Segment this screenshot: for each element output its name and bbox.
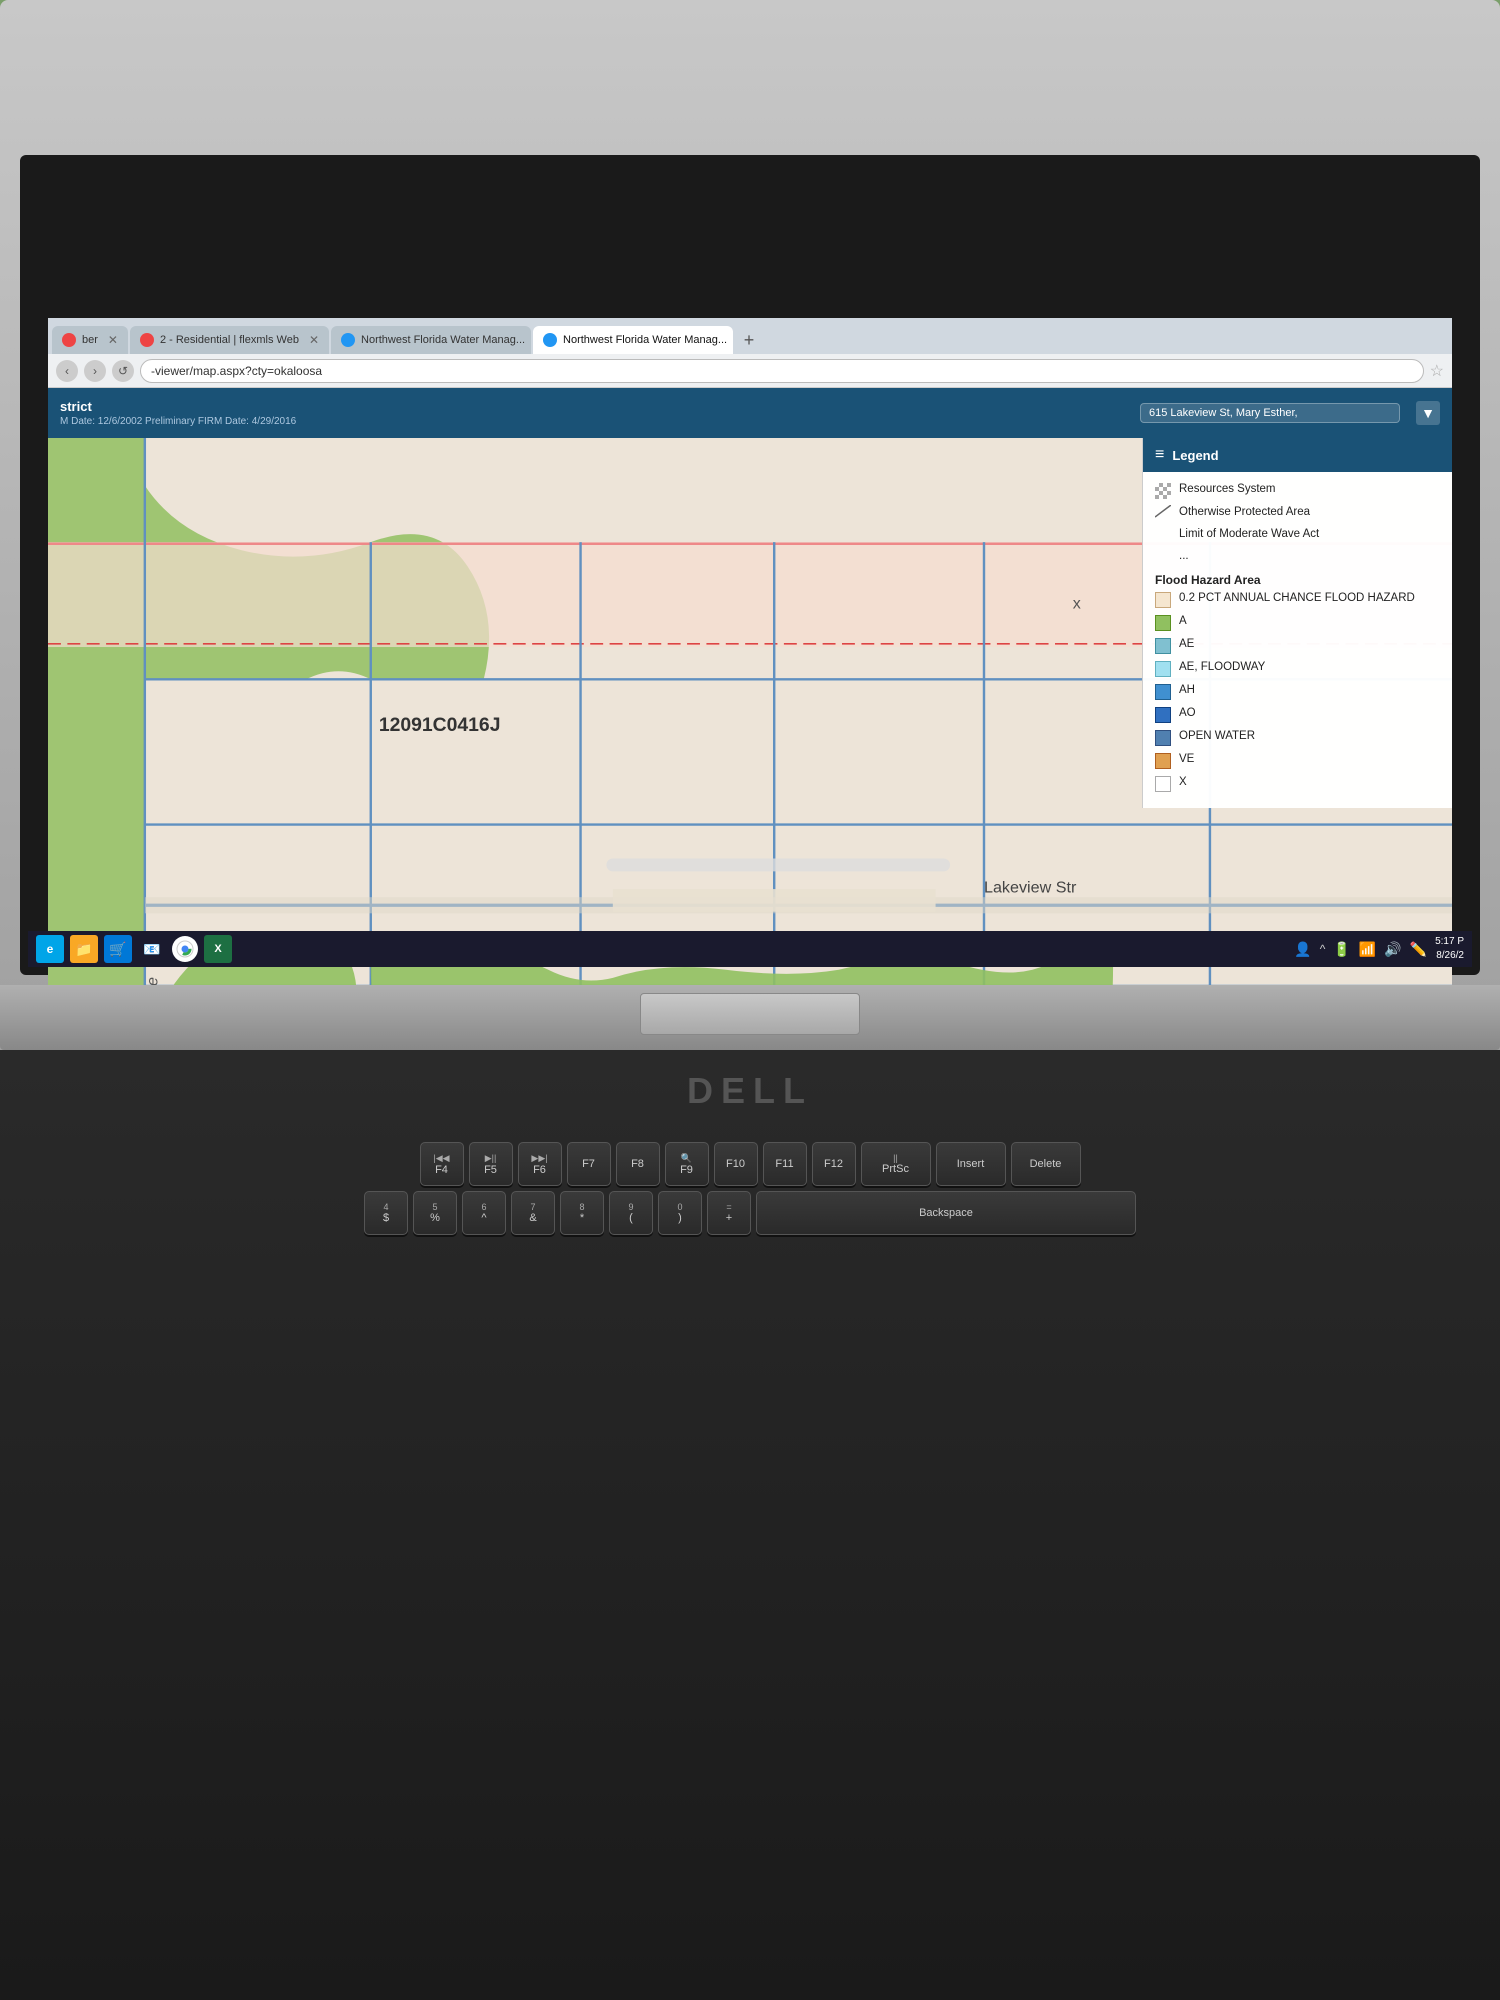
dropdown-button[interactable]: ▼	[1416, 401, 1440, 425]
site-search-input[interactable]	[1140, 403, 1400, 423]
key-f5[interactable]: ▶||F5	[469, 1142, 513, 1186]
key-delete[interactable]: Delete	[1011, 1142, 1081, 1186]
keyboard-area: DELL |◀◀F4 ▶||F5 ▶▶|F6 F7 F8 🔍F9 F10 F11…	[0, 1050, 1500, 2000]
legend-flood-section-title: Flood Hazard Area	[1155, 573, 1440, 587]
taskbar-edge-icon[interactable]: e	[36, 935, 64, 963]
legend-header: ≡ Legend	[1143, 438, 1452, 472]
key-f9[interactable]: 🔍F9	[665, 1142, 709, 1186]
key-f4[interactable]: |◀◀F4	[420, 1142, 464, 1186]
legend-body: Resources System Otherwise Protected Are…	[1143, 472, 1452, 808]
svg-text:x: x	[1073, 594, 1081, 612]
svg-text:12091C0416J: 12091C0416J	[379, 714, 501, 736]
legend-menu-icon[interactable]: ≡	[1155, 446, 1164, 464]
taskbar-chrome-icon[interactable]	[172, 936, 198, 962]
tab-bar: ber ✕ 2 - Residential | flexmls Web ✕ No…	[48, 318, 1452, 354]
key-asterisk[interactable]: 8*	[560, 1191, 604, 1235]
taskbar-excel-icon[interactable]: X	[204, 935, 232, 963]
screen-bezel: ber ✕ 2 - Residential | flexmls Web ✕ No…	[20, 155, 1480, 975]
taskbar-person-icon[interactable]: 👤	[1294, 941, 1311, 958]
key-f11[interactable]: F11	[763, 1142, 807, 1186]
new-tab-button[interactable]: +	[735, 326, 763, 354]
legend-item-ae-floodway: AE, FLOODWAY	[1155, 660, 1440, 677]
taskbar-system-icons: 👤 ^ 🔋 📶 🔊 ✏️ 5:17 P 8/26/2	[1294, 935, 1464, 963]
taskbar-pen-icon: ✏️	[1410, 941, 1427, 958]
key-dollar[interactable]: 4$	[364, 1191, 408, 1235]
key-f8[interactable]: F8	[616, 1142, 660, 1186]
legend-panel: ≡ Legend Resources System Otherwise	[1142, 438, 1452, 808]
legend-item-x: X	[1155, 775, 1440, 792]
key-f7[interactable]: F7	[567, 1142, 611, 1186]
back-button[interactable]: ‹	[56, 360, 78, 382]
legend-item-ao: AO	[1155, 706, 1440, 723]
key-insert[interactable]: Insert	[936, 1142, 1006, 1186]
key-backspace[interactable]: Backspace	[756, 1191, 1136, 1235]
key-closeparen[interactable]: 0)	[658, 1191, 702, 1235]
legend-item-wave-act: Limit of Moderate Wave Act	[1155, 527, 1440, 543]
taskbar-clock: 5:17 P 8/26/2	[1435, 935, 1464, 963]
taskbar: e 📁 🛒 📧 X 👤 ^ 🔋 📶 🔊 ✏️	[28, 931, 1472, 967]
key-f12[interactable]: F12	[812, 1142, 856, 1186]
number-key-row: 4$ 5% 6^ 7& 8* 9( 0) =+ Backspace	[364, 1191, 1136, 1235]
taskbar-folder-icon[interactable]: 📁	[70, 935, 98, 963]
legend-item-a: A	[1155, 614, 1440, 631]
taskbar-battery-icon: 🔋	[1333, 941, 1350, 958]
site-title: strict	[60, 399, 1124, 414]
fn-key-row: |◀◀F4 ▶||F5 ▶▶|F6 F7 F8 🔍F9 F10 F11 F12 …	[420, 1142, 1081, 1186]
legend-item-protected-area: Otherwise Protected Area	[1155, 505, 1440, 521]
site-header-left: strict M Date: 12/6/2002 Preliminary FIR…	[60, 399, 1124, 427]
key-caret[interactable]: 6^	[462, 1191, 506, 1235]
tab-flexmls[interactable]: 2 - Residential | flexmls Web ✕	[130, 326, 329, 354]
url-text: -viewer/map.aspx?cty=okaloosa	[151, 364, 322, 378]
forward-button[interactable]: ›	[84, 360, 106, 382]
legend-item-open-water: OPEN WATER	[1155, 729, 1440, 746]
address-bar: ‹ › ↺ -viewer/map.aspx?cty=okaloosa ☆	[48, 354, 1452, 388]
key-openparen[interactable]: 9(	[609, 1191, 653, 1235]
site-header: strict M Date: 12/6/2002 Preliminary FIR…	[48, 388, 1452, 438]
site-dates: M Date: 12/6/2002 Preliminary FIRM Date:…	[60, 416, 1124, 427]
trackpad[interactable]	[640, 993, 860, 1035]
tab-nwfwmd-2[interactable]: Northwest Florida Water Manag... ✕	[533, 326, 733, 354]
legend-item-ah: AH	[1155, 683, 1440, 700]
laptop-shell: ber ✕ 2 - Residential | flexmls Web ✕ No…	[0, 0, 1500, 1050]
taskbar-wifi-icon: 📶	[1359, 941, 1376, 958]
tab-ber[interactable]: ber ✕	[52, 326, 128, 354]
legend-item-ellipsis: ...	[1155, 549, 1440, 565]
legend-title: Legend	[1172, 448, 1218, 463]
tab-nwfwmd-1[interactable]: Northwest Florida Water Manag... ✕	[331, 326, 531, 354]
bookmark-star[interactable]: ☆	[1430, 361, 1444, 381]
key-plus[interactable]: =+	[707, 1191, 751, 1235]
key-f6[interactable]: ▶▶|F6	[518, 1142, 562, 1186]
legend-item-ve: VE	[1155, 752, 1440, 769]
reload-button[interactable]: ↺	[112, 360, 134, 382]
laptop-chin	[0, 985, 1500, 1050]
taskbar-volume-icon[interactable]: 🔊	[1384, 941, 1401, 958]
key-prtsc[interactable]: ||PrtSc	[861, 1142, 931, 1186]
legend-item-resources-system: Resources System	[1155, 482, 1440, 499]
key-f10[interactable]: F10	[714, 1142, 758, 1186]
key-percent[interactable]: 5%	[413, 1191, 457, 1235]
url-box[interactable]: -viewer/map.aspx?cty=okaloosa	[140, 359, 1424, 383]
key-ampersand[interactable]: 7&	[511, 1191, 555, 1235]
legend-item-02pct: 0.2 PCT ANNUAL CHANCE FLOOD HAZARD	[1155, 591, 1440, 608]
dell-brand: DELL	[687, 1070, 813, 1112]
legend-item-ae: AE	[1155, 637, 1440, 654]
taskbar-mail-icon[interactable]: 📧	[138, 935, 166, 963]
taskbar-store-icon[interactable]: 🛒	[104, 935, 132, 963]
taskbar-chevron-icon[interactable]: ^	[1320, 942, 1326, 956]
svg-text:Lakeview Str: Lakeview Str	[984, 878, 1077, 896]
